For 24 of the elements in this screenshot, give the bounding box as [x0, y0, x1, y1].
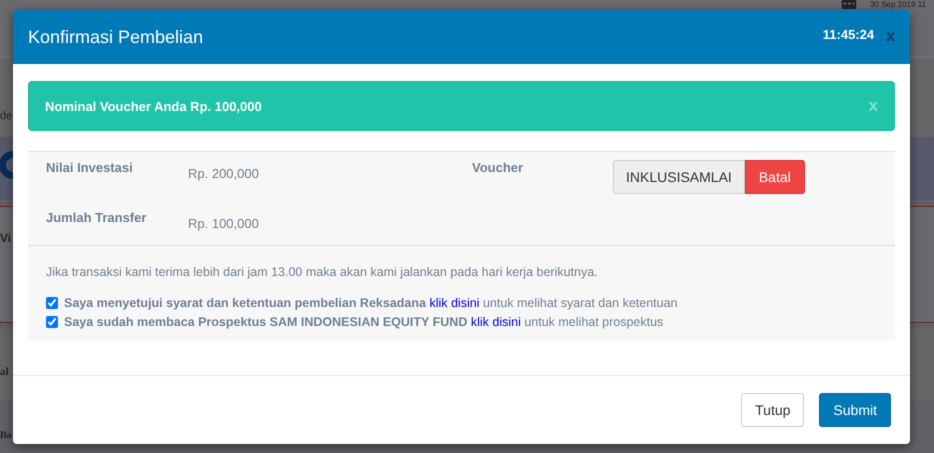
cancel-voucher-button[interactable]: Batal — [744, 160, 805, 194]
notice-text: Jika transaksi kami terima lebih dari jam 13.00 maka akan kami jalankan pada hari kerja berikutnya. — [46, 265, 599, 279]
terms-link[interactable]: klik disini — [429, 296, 480, 310]
voucher-code[interactable]: INKLUSISAMLAI — [613, 160, 745, 194]
section-title: Ba — [0, 430, 12, 442]
field-label: Voucher — [472, 160, 524, 177]
terms-link[interactable]: klik disini — [470, 314, 521, 328]
agreement-checkbox[interactable] — [46, 316, 58, 328]
alert-text: Nominal Voucher Anda Rp. 100,000 — [45, 98, 262, 114]
field-label: Nilai Investasi — [46, 160, 134, 177]
date-text: 30 Sep 2019 11 — [870, 0, 926, 9]
page-text: de — [0, 110, 12, 124]
submit-button[interactable]: Submit — [819, 393, 891, 427]
agreement-text: Saya sudah membaca Prospektus SAM INDONESIAN EQUITY FUND klik disini untuk melihat prospektus — [64, 314, 664, 328]
close-button[interactable]: Tutup — [741, 393, 804, 427]
agreement-checkbox[interactable] — [46, 296, 58, 308]
section-title: al — [0, 366, 9, 379]
field-value: Rp. 200,000 — [188, 166, 260, 183]
countdown-time: 11:45:24 — [822, 26, 874, 42]
agreement-text: Saya menyetujui syarat dan ketentuan pembelian Reksadana klik disini untuk melihat syarat dan ketentuan — [64, 296, 678, 310]
field-label: Jumlah Transfer — [46, 210, 148, 227]
card-title: Vi — [0, 231, 12, 246]
field-value: Rp. 100,000 — [188, 216, 260, 233]
dialog-title: Konfirmasi Pembelian — [28, 26, 204, 48]
